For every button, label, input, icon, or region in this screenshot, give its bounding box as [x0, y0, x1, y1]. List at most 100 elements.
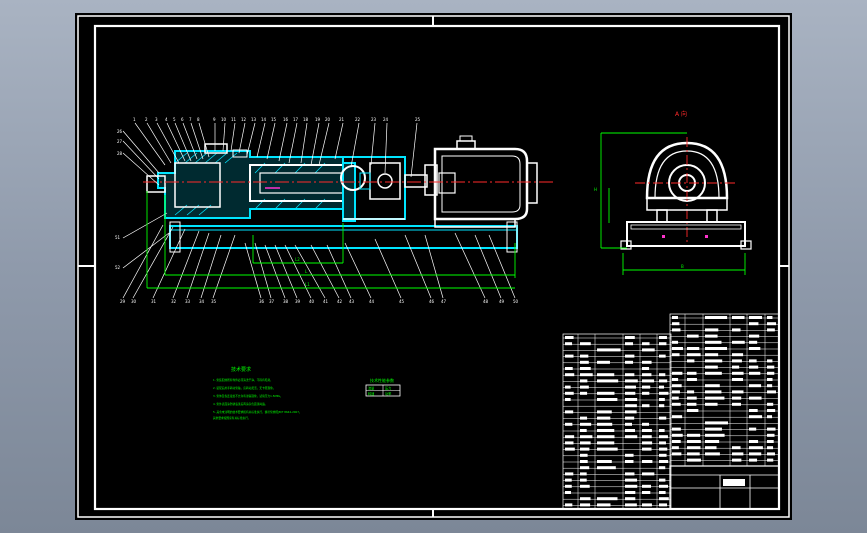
bom-cell-mark: [767, 365, 775, 369]
bom-cell-mark: [642, 484, 651, 488]
bom-cell-mark: [732, 353, 744, 357]
bom-cell-mark: [749, 415, 763, 419]
bom-cell-mark: [705, 402, 718, 406]
bom-cell-mark: [705, 433, 725, 437]
bom-cell-mark: [732, 452, 744, 456]
bom-cell-mark: [659, 460, 669, 463]
bom-cell-mark: [625, 336, 635, 339]
svg-text:9: 9: [213, 117, 216, 122]
bom-cell-mark: [625, 416, 635, 420]
svg-text:L2: L2: [295, 257, 300, 262]
bom-cell-mark: [767, 446, 774, 450]
bom-cell-mark: [565, 447, 575, 451]
bom-cell-mark: [672, 384, 682, 388]
bom-cell-mark: [767, 433, 775, 437]
bom-cell-mark: [659, 398, 665, 401]
svg-text:27: 27: [117, 139, 123, 144]
bom-cell-mark: [597, 391, 615, 395]
notes-line-2: 2. 装配后用手转动泵轴，应转动灵活，无卡阻现象。: [213, 386, 276, 390]
bom-cell-mark: [580, 429, 587, 432]
svg-text:30: 30: [131, 299, 137, 304]
bom-cell-mark: [767, 415, 773, 419]
bom-cell-mark: [705, 365, 718, 369]
svg-text:42: 42: [337, 299, 343, 304]
bom-cell-mark: [687, 371, 697, 375]
svg-text:49: 49: [499, 299, 505, 304]
bom-cell-mark: [732, 359, 742, 363]
bom-cell-mark: [597, 348, 621, 352]
bom-cell-mark: [565, 373, 575, 377]
svg-text:6: 6: [181, 117, 184, 122]
bom-cell-mark: [687, 353, 701, 357]
bom-cell-mark: [672, 427, 681, 431]
svg-text:L: L: [305, 269, 308, 274]
bom-cell-mark: [565, 385, 571, 389]
bom-cell-mark: [749, 316, 763, 319]
bom-cell-mark: [565, 342, 573, 346]
bom-cell-mark: [625, 491, 636, 494]
bom-cell-mark: [705, 384, 720, 388]
notes-title: 技术要求: [231, 366, 251, 373]
bom-cell-mark: [767, 359, 773, 363]
bom-cell-mark: [659, 497, 669, 501]
bom-cell-mark: [659, 404, 665, 408]
bom-cell-mark: [642, 491, 651, 494]
bom-cell-mark: [642, 447, 652, 451]
bom-cell-mark: [767, 378, 773, 381]
bom-cell-mark: [732, 396, 742, 400]
bom-cell-mark: [749, 365, 759, 369]
bom-cell-mark: [732, 340, 745, 344]
svg-text:8: 8: [197, 117, 200, 122]
svg-text:28: 28: [117, 151, 123, 156]
bom-cell-mark: [672, 378, 679, 381]
notes-line-1: 1. 泵装配前所有零件必须清洗干净，不得有毛刺。: [213, 378, 273, 382]
svg-text:33: 33: [185, 299, 191, 304]
bom-cell-mark: [597, 373, 615, 377]
bom-cell-mark: [597, 435, 615, 439]
bom-cell-mark: [705, 340, 722, 344]
bom-cell-mark: [705, 328, 719, 332]
bom-cell-mark: [580, 497, 591, 501]
bom-cell-mark: [659, 441, 666, 445]
bom-cell-mark: [705, 353, 719, 357]
bom-cell-mark: [687, 452, 700, 456]
bom-cell-mark: [565, 441, 574, 445]
bom-cell-mark: [597, 460, 612, 463]
svg-text:1: 1: [133, 117, 136, 122]
bom-cell-mark: [672, 440, 681, 443]
bom-cell-mark: [687, 402, 697, 406]
bom-cell-mark: [642, 472, 655, 476]
bom-cell-mark: [749, 322, 759, 326]
bom-cell-mark: [732, 390, 744, 394]
svg-text:H: H: [594, 187, 597, 192]
bom-cell-mark: [687, 334, 699, 338]
bom-cell-mark: [625, 354, 635, 358]
bom-cell-mark: [672, 316, 678, 319]
bom-cell-mark: [580, 391, 588, 395]
svg-text:32: 32: [171, 299, 177, 304]
bom-cell-mark: [659, 491, 666, 494]
bom-cell-mark: [565, 503, 573, 507]
svg-text:45: 45: [399, 299, 405, 304]
svg-text:51: 51: [115, 235, 121, 240]
bom-cell-mark: [565, 354, 574, 358]
bom-cell-mark: [642, 429, 652, 432]
svg-text:38: 38: [283, 299, 289, 304]
bom-cell-mark: [597, 379, 619, 383]
svg-text:B: B: [681, 264, 684, 269]
bom-cell-mark: [597, 441, 615, 445]
perf-cell: 功率: [385, 391, 392, 396]
bom-cell-mark: [565, 491, 571, 494]
bom-cell-mark: [625, 429, 636, 432]
svg-text:17: 17: [293, 117, 299, 122]
svg-text:10: 10: [221, 117, 227, 122]
cad-drawing: 1234 5678 9 10 11 12 13 14 15 16 17 18 19 20 21 22…: [77, 15, 790, 518]
dimension-texts-main: L L1 L2: [295, 257, 310, 287]
notes-line-6: 其他要求按国家有关标准执行。: [213, 416, 251, 420]
bom-cell-mark: [625, 391, 636, 395]
bom-cell-mark: [705, 421, 728, 425]
svg-text:13: 13: [251, 117, 257, 122]
bom-cell-mark: [767, 452, 775, 456]
bom-cell-mark: [659, 429, 665, 432]
bom-cell-mark: [672, 340, 679, 344]
